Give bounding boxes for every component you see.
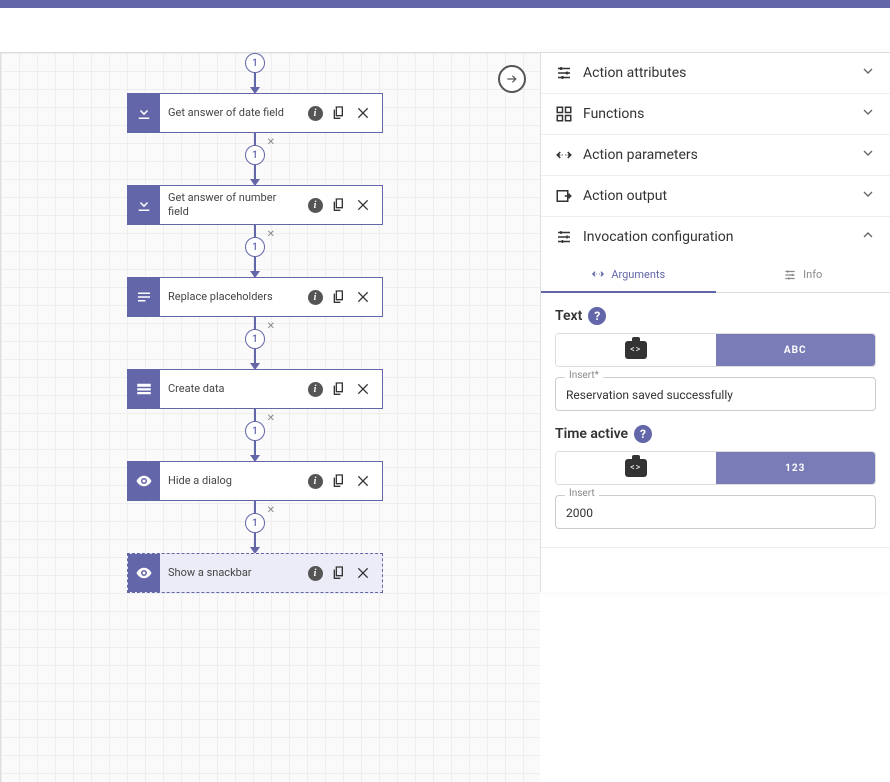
section-action-parameters[interactable]: Action parameters <box>541 135 890 175</box>
node-copy-button[interactable] <box>330 196 348 214</box>
chevron-down-icon <box>860 145 876 165</box>
node-copy-button[interactable] <box>330 472 348 490</box>
section-invocation-configuration[interactable]: Invocation configuration <box>541 217 890 257</box>
section-title: Functions <box>583 106 850 122</box>
download-icon <box>128 94 160 132</box>
section-title: Action parameters <box>583 147 850 163</box>
node-copy-button[interactable] <box>330 380 348 398</box>
output-icon <box>555 187 573 205</box>
node-delete-button[interactable] <box>354 104 372 122</box>
field-input-time[interactable] <box>555 495 876 529</box>
remove-connector-icon[interactable]: ✕ <box>267 413 275 424</box>
node-delete-button[interactable] <box>354 380 372 398</box>
section-action-output[interactable]: Action output <box>541 176 890 216</box>
tab-arguments[interactable]: Arguments <box>541 257 716 293</box>
connector-badge[interactable]: 1 <box>245 513 265 533</box>
help-icon[interactable]: ? <box>588 307 606 325</box>
flow-node[interactable]: Get answer of date fieldi <box>127 93 383 133</box>
section-title: Action output <box>583 188 850 204</box>
flow-node[interactable]: Replace placeholdersi <box>127 277 383 317</box>
chevron-down-icon <box>860 104 876 124</box>
chevron-up-icon <box>860 227 876 247</box>
remove-connector-icon[interactable]: ✕ <box>267 505 275 516</box>
remove-connector-icon[interactable]: ✕ <box>267 137 275 148</box>
params-icon <box>555 146 573 164</box>
section-title: Invocation configuration <box>583 229 850 245</box>
field-label-text: Text? <box>555 307 876 325</box>
section-action-attributes[interactable]: Action attributes <box>541 53 890 93</box>
node-info-button[interactable]: i <box>306 564 324 582</box>
flow-node[interactable]: Hide a dialogi <box>127 461 383 501</box>
node-delete-button[interactable] <box>354 472 372 490</box>
node-info-button[interactable]: i <box>306 380 324 398</box>
toggle-literal-text[interactable]: ABC <box>716 334 876 366</box>
collapse-panel-button[interactable] <box>498 65 526 93</box>
node-label: Replace placeholders <box>160 278 306 316</box>
field-legend-time: Insert <box>565 488 599 499</box>
remove-connector-icon[interactable]: ✕ <box>267 229 275 240</box>
connector-badge[interactable]: 1 <box>245 53 265 73</box>
flow-canvas[interactable]: 1Get answer of date fieldi1✕Get answer o… <box>0 52 540 782</box>
node-copy-button[interactable] <box>330 104 348 122</box>
connector-badge[interactable]: 1 <box>245 329 265 349</box>
node-info-button[interactable]: i <box>306 472 324 490</box>
flow-node[interactable]: Get answer of number fieldi <box>127 185 383 225</box>
connector-badge[interactable]: 1 <box>245 145 265 165</box>
section-functions[interactable]: Functions <box>541 94 890 134</box>
node-delete-button[interactable] <box>354 288 372 306</box>
node-label: Create data <box>160 370 306 408</box>
arrow-right-icon <box>505 72 519 86</box>
toggle-literal-time[interactable]: 123 <box>716 452 876 484</box>
download-icon <box>128 186 160 224</box>
table-icon <box>128 370 160 408</box>
node-copy-button[interactable] <box>330 564 348 582</box>
eye-icon <box>128 554 160 592</box>
lines-icon <box>128 278 160 316</box>
node-label: Get answer of number field <box>160 186 306 224</box>
chevron-down-icon <box>860 63 876 83</box>
field-legend-text: Insert* <box>565 370 603 381</box>
node-copy-button[interactable] <box>330 288 348 306</box>
node-label: Get answer of date field <box>160 94 306 132</box>
grid-icon <box>555 105 573 123</box>
node-info-button[interactable]: i <box>306 196 324 214</box>
field-label-time: Time active? <box>555 425 876 443</box>
node-delete-button[interactable] <box>354 196 372 214</box>
remove-connector-icon[interactable]: ✕ <box>267 321 275 332</box>
chevron-down-icon <box>860 186 876 206</box>
node-label: Hide a dialog <box>160 462 306 500</box>
sliders-icon <box>555 64 573 82</box>
tab-info[interactable]: Info <box>716 257 890 293</box>
node-info-button[interactable]: i <box>306 288 324 306</box>
section-title: Action attributes <box>583 65 850 81</box>
connector-badge[interactable]: 1 <box>245 237 265 257</box>
properties-panel: Action attributes Functions Action paramet… <box>540 52 890 592</box>
node-label: Show a snackbar <box>160 554 306 592</box>
eye-icon <box>128 462 160 500</box>
toggle-code-time[interactable]: <> <box>556 452 716 484</box>
help-icon[interactable]: ? <box>634 425 652 443</box>
node-info-button[interactable]: i <box>306 104 324 122</box>
field-input-text[interactable] <box>555 377 876 411</box>
flow-node[interactable]: Show a snackbari <box>127 553 383 593</box>
config-icon <box>555 228 573 246</box>
node-delete-button[interactable] <box>354 564 372 582</box>
toggle-code-text[interactable]: <> <box>556 334 716 366</box>
connector-badge[interactable]: 1 <box>245 421 265 441</box>
flow-node[interactable]: Create datai <box>127 369 383 409</box>
